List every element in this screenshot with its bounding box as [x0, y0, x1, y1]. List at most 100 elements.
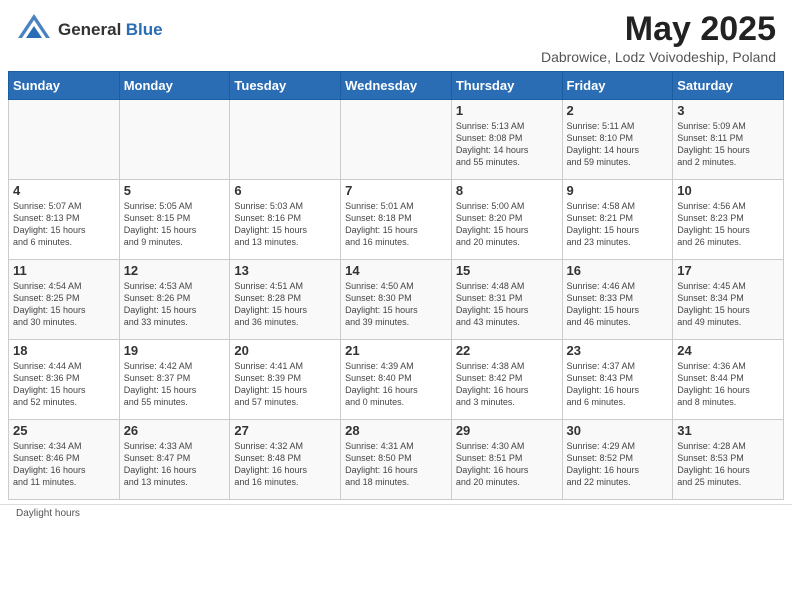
- calendar-cell: 8Sunrise: 5:00 AM Sunset: 8:20 PM Daylig…: [451, 180, 562, 260]
- day-of-week-header: Friday: [562, 72, 673, 100]
- calendar-cell: 10 Sunrise: 4:56 AM Sunset: 8:23 PM Dayli…: [673, 180, 784, 260]
- day-info: Sunrise: 4:46 AM Sunset: 8:33 PM Dayligh…: [567, 280, 669, 329]
- day-number: 27: [234, 423, 336, 438]
- day-number: 2: [567, 103, 669, 118]
- calendar-cell: 12 Sunrise: 4:53 AM Sunset: 8:26 PM Dayli…: [119, 260, 230, 340]
- calendar-cell: 20Sunrise: 4:41 AM Sunset: 8:39 PM Dayli…: [230, 340, 341, 420]
- day-info: Sunrise: 4:53 AM Sunset: 8:26 PM Dayligh…: [124, 280, 226, 329]
- day-info: Sunrise: 5:01 AM Sunset: 8:18 PM Dayligh…: [345, 200, 447, 249]
- calendar-week-row: 1 Sunrise: 5:13 AM Sunset: 8:08 PM Daylig…: [9, 100, 784, 180]
- calendar-wrap: SundayMondayTuesdayWednesdayThursdayFrid…: [0, 71, 792, 504]
- day-info: Sunrise: 5:13 AM Sunset: 8:08 PM Dayligh…: [456, 120, 558, 169]
- day-info: Sunrise: 5:00 AM Sunset: 8:20 PM Dayligh…: [456, 200, 558, 249]
- calendar-cell: 23 Sunrise: 4:37 AM Sunset: 8:43 PM Dayli…: [562, 340, 673, 420]
- calendar-cell: 26Sunrise: 4:33 AM Sunset: 8:47 PM Dayli…: [119, 420, 230, 500]
- calendar-cell: 4 Sunrise: 5:07 AM Sunset: 8:13 PM Daylig…: [9, 180, 120, 260]
- day-number: 11: [13, 263, 115, 278]
- footer: Daylight hours: [0, 504, 792, 522]
- day-info: Sunrise: 4:56 AM Sunset: 8:23 PM Dayligh…: [677, 200, 779, 249]
- day-number: 30: [567, 423, 669, 438]
- calendar-cell: 17Sunrise: 4:45 AM Sunset: 8:34 PM Dayli…: [673, 260, 784, 340]
- day-info: Sunrise: 4:41 AM Sunset: 8:39 PM Dayligh…: [234, 360, 336, 409]
- calendar-cell: 25 Sunrise: 4:34 AM Sunset: 8:46 PM Dayli…: [9, 420, 120, 500]
- logo-general: General: [58, 20, 121, 39]
- day-info: Sunrise: 4:50 AM Sunset: 8:30 PM Dayligh…: [345, 280, 447, 329]
- day-of-week-header: Tuesday: [230, 72, 341, 100]
- logo-icon: [16, 10, 52, 51]
- day-number: 6: [234, 183, 336, 198]
- calendar-cell: [9, 100, 120, 180]
- logo-blue: Blue: [126, 20, 163, 39]
- calendar-week-row: 25 Sunrise: 4:34 AM Sunset: 8:46 PM Dayli…: [9, 420, 784, 500]
- calendar-week-row: 4 Sunrise: 5:07 AM Sunset: 8:13 PM Daylig…: [9, 180, 784, 260]
- logo: General Blue: [16, 10, 163, 51]
- calendar-week-row: 18 Sunrise: 4:44 AM Sunset: 8:36 PM Dayli…: [9, 340, 784, 420]
- calendar-cell: 14Sunrise: 4:50 AM Sunset: 8:30 PM Dayli…: [341, 260, 452, 340]
- calendar-cell: 16 Sunrise: 4:46 AM Sunset: 8:33 PM Dayli…: [562, 260, 673, 340]
- calendar-header-row: SundayMondayTuesdayWednesdayThursdayFrid…: [9, 72, 784, 100]
- calendar-cell: 24 Sunrise: 4:36 AM Sunset: 8:44 PM Dayli…: [673, 340, 784, 420]
- subtitle: Dabrowice, Lodz Voivodeship, Poland: [541, 49, 776, 65]
- day-info: Sunrise: 4:42 AM Sunset: 8:37 PM Dayligh…: [124, 360, 226, 409]
- day-info: Sunrise: 4:34 AM Sunset: 8:46 PM Dayligh…: [13, 440, 115, 489]
- day-info: Sunrise: 4:48 AM Sunset: 8:31 PM Dayligh…: [456, 280, 558, 329]
- day-number: 26: [124, 423, 226, 438]
- day-number: 19: [124, 343, 226, 358]
- calendar-cell: 18 Sunrise: 4:44 AM Sunset: 8:36 PM Dayli…: [9, 340, 120, 420]
- day-number: 18: [13, 343, 115, 358]
- day-number: 29: [456, 423, 558, 438]
- day-of-week-header: Wednesday: [341, 72, 452, 100]
- day-number: 7: [345, 183, 447, 198]
- calendar-cell: 31Sunrise: 4:28 AM Sunset: 8:53 PM Dayli…: [673, 420, 784, 500]
- day-info: Sunrise: 4:54 AM Sunset: 8:25 PM Dayligh…: [13, 280, 115, 329]
- day-of-week-header: Saturday: [673, 72, 784, 100]
- day-info: Sunrise: 5:05 AM Sunset: 8:15 PM Dayligh…: [124, 200, 226, 249]
- calendar-cell: 2Sunrise: 5:11 AM Sunset: 8:10 PM Daylig…: [562, 100, 673, 180]
- calendar-cell: 29Sunrise: 4:30 AM Sunset: 8:51 PM Dayli…: [451, 420, 562, 500]
- day-number: 24: [677, 343, 779, 358]
- calendar-cell: 7 Sunrise: 5:01 AM Sunset: 8:18 PM Daylig…: [341, 180, 452, 260]
- day-number: 12: [124, 263, 226, 278]
- calendar-body: 1 Sunrise: 5:13 AM Sunset: 8:08 PM Daylig…: [9, 100, 784, 500]
- calendar-cell: [341, 100, 452, 180]
- calendar-cell: 9Sunrise: 4:58 AM Sunset: 8:21 PM Daylig…: [562, 180, 673, 260]
- calendar-cell: 22Sunrise: 4:38 AM Sunset: 8:42 PM Dayli…: [451, 340, 562, 420]
- day-info: Sunrise: 4:37 AM Sunset: 8:43 PM Dayligh…: [567, 360, 669, 409]
- day-number: 9: [567, 183, 669, 198]
- calendar-cell: 5 Sunrise: 5:05 AM Sunset: 8:15 PM Daylig…: [119, 180, 230, 260]
- main-title: May 2025: [541, 10, 776, 49]
- day-of-week-header: Monday: [119, 72, 230, 100]
- day-number: 5: [124, 183, 226, 198]
- day-number: 31: [677, 423, 779, 438]
- calendar-table: SundayMondayTuesdayWednesdayThursdayFrid…: [8, 71, 784, 500]
- day-info: Sunrise: 4:44 AM Sunset: 8:36 PM Dayligh…: [13, 360, 115, 409]
- calendar-cell: 11 Sunrise: 4:54 AM Sunset: 8:25 PM Dayli…: [9, 260, 120, 340]
- header: General Blue May 2025 Dabrowice, Lodz Vo…: [0, 0, 792, 71]
- day-info: Sunrise: 4:39 AM Sunset: 8:40 PM Dayligh…: [345, 360, 447, 409]
- day-number: 4: [13, 183, 115, 198]
- day-number: 16: [567, 263, 669, 278]
- calendar-cell: 13Sunrise: 4:51 AM Sunset: 8:28 PM Dayli…: [230, 260, 341, 340]
- day-number: 10: [677, 183, 779, 198]
- calendar-cell: 6 Sunrise: 5:03 AM Sunset: 8:16 PM Daylig…: [230, 180, 341, 260]
- day-number: 25: [13, 423, 115, 438]
- day-info: Sunrise: 4:31 AM Sunset: 8:50 PM Dayligh…: [345, 440, 447, 489]
- day-number: 22: [456, 343, 558, 358]
- calendar-cell: [230, 100, 341, 180]
- day-of-week-header: Sunday: [9, 72, 120, 100]
- calendar-cell: 15 Sunrise: 4:48 AM Sunset: 8:31 PM Dayli…: [451, 260, 562, 340]
- day-info: Sunrise: 4:36 AM Sunset: 8:44 PM Dayligh…: [677, 360, 779, 409]
- calendar-cell: 19 Sunrise: 4:42 AM Sunset: 8:37 PM Dayli…: [119, 340, 230, 420]
- day-info: Sunrise: 5:09 AM Sunset: 8:11 PM Dayligh…: [677, 120, 779, 169]
- day-number: 23: [567, 343, 669, 358]
- day-number: 1: [456, 103, 558, 118]
- day-number: 15: [456, 263, 558, 278]
- day-info: Sunrise: 4:51 AM Sunset: 8:28 PM Dayligh…: [234, 280, 336, 329]
- day-info: Sunrise: 4:29 AM Sunset: 8:52 PM Dayligh…: [567, 440, 669, 489]
- calendar-cell: 28Sunrise: 4:31 AM Sunset: 8:50 PM Dayli…: [341, 420, 452, 500]
- day-number: 3: [677, 103, 779, 118]
- day-info: Sunrise: 5:07 AM Sunset: 8:13 PM Dayligh…: [13, 200, 115, 249]
- calendar-week-row: 11 Sunrise: 4:54 AM Sunset: 8:25 PM Dayli…: [9, 260, 784, 340]
- title-block: May 2025 Dabrowice, Lodz Voivodeship, Po…: [541, 10, 776, 65]
- day-info: Sunrise: 5:03 AM Sunset: 8:16 PM Dayligh…: [234, 200, 336, 249]
